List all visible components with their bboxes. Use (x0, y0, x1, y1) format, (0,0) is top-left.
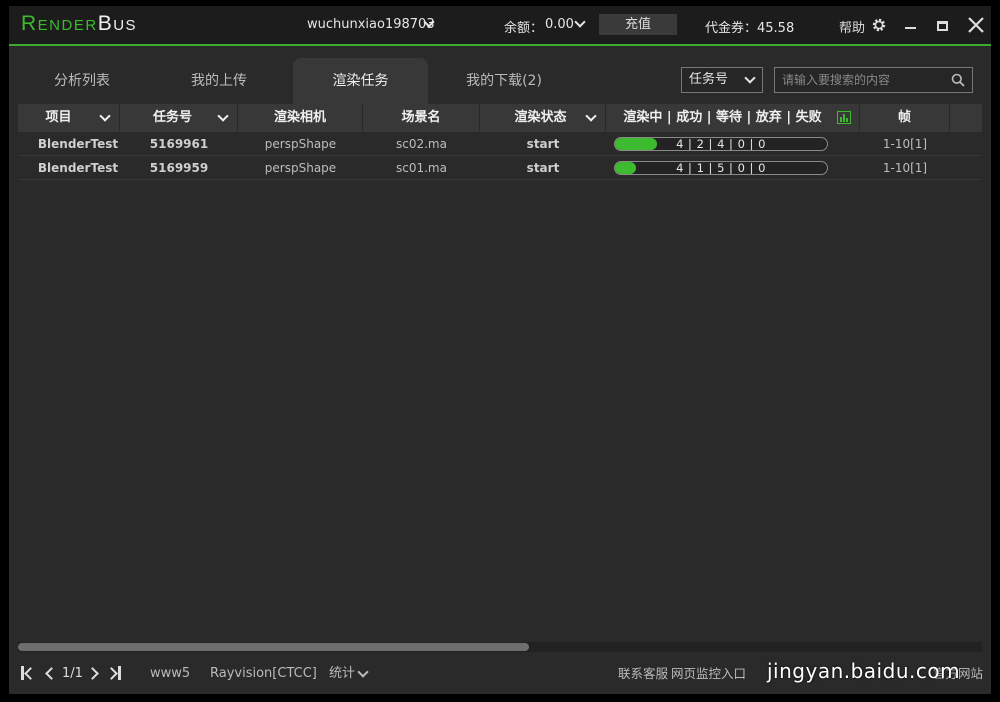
search-input[interactable]: 请输入要搜索的内容 (774, 67, 973, 93)
username[interactable]: wuchunxiao198703 (307, 17, 435, 32)
progress-counts: 4 | 2 | 4 | 0 | 0 (676, 137, 766, 151)
contact-support-link[interactable]: 联系客服 (618, 654, 668, 694)
logo-suffix: Bus (97, 12, 138, 35)
cell-camera: perspShape (264, 137, 337, 151)
column-project-label: 项目 (45, 110, 72, 125)
search-icon[interactable] (951, 73, 965, 87)
column-camera[interactable]: 渲染相机 (238, 104, 363, 132)
balance-value: 0.00 (545, 17, 574, 32)
cell-progress: 4 | 2 | 4 | 0 | 0 (606, 132, 860, 156)
chart-icon[interactable] (837, 111, 851, 124)
prev-page-icon[interactable] (45, 667, 58, 680)
coupon-balance: 代金券：45.58 (705, 21, 795, 36)
search-placeholder: 请输入要搜索的内容 (782, 73, 891, 87)
chevron-down-icon[interactable] (357, 666, 369, 678)
search-field-select[interactable]: 任务号 (681, 67, 763, 93)
cell-scene: sc01.ma (396, 161, 447, 175)
column-progress-label: 渲染中 | 成功 | 等待 | 放弃 | 失败 (623, 110, 822, 125)
column-task-id[interactable]: 任务号 (120, 104, 238, 132)
tab-my-uploads[interactable]: 我的上传 (164, 58, 274, 104)
last-page-icon[interactable] (105, 667, 118, 680)
cell-camera: perspShape (264, 161, 337, 175)
gear-icon[interactable] (871, 17, 887, 33)
last-page-bar[interactable] (118, 666, 121, 680)
progress-bar: 4 | 2 | 4 | 0 | 0 (614, 137, 828, 151)
close-icon[interactable] (967, 16, 985, 34)
app-logo: RenderBus (21, 12, 137, 36)
recharge-button[interactable]: 充值 (599, 14, 677, 35)
balance-dropdown-chevron-icon[interactable] (574, 16, 586, 28)
progress-counts: 4 | 1 | 5 | 0 | 0 (676, 161, 766, 175)
search-field-value: 任务号 (689, 72, 729, 87)
footer-user: www5 (150, 666, 191, 681)
logo-prefix: Render (21, 12, 98, 35)
scrollbar-thumb[interactable] (18, 643, 529, 651)
tab-analysis-list[interactable]: 分析列表 (27, 58, 137, 104)
cell-task-id: 5169961 (149, 137, 209, 151)
footer: 1/1 www5 Rayvision[CTCC] 统计 联系客服 网页监控入口 … (9, 654, 991, 694)
column-scene[interactable]: 场景名 (363, 104, 480, 132)
column-extra (950, 104, 982, 132)
column-project[interactable]: 项目 (18, 104, 120, 132)
tab-render-tasks[interactable]: 渲染任务 (293, 58, 428, 104)
table-header: 项目 任务号 渲染相机 场景名 渲染状态 渲染中 | 成功 | 等待 | 放弃 … (18, 104, 982, 132)
balance-label: 余额： (504, 21, 544, 36)
cell-scene: sc02.ma (396, 137, 447, 151)
footer-platform: Rayvision[CTCC] (210, 666, 317, 681)
stats-dropdown[interactable]: 统计 (329, 654, 355, 694)
chevron-down-icon[interactable] (585, 110, 597, 122)
cell-status: start (526, 161, 560, 175)
column-status-label: 渲染状态 (514, 110, 567, 125)
cell-frames: 1-10[1] (882, 137, 928, 151)
watermark: jingyan.baidu.com (767, 659, 961, 683)
page-indicator: 1/1 (62, 666, 83, 681)
minimize-icon[interactable] (905, 27, 916, 29)
horizontal-scrollbar[interactable] (18, 642, 982, 652)
table-row[interactable]: BlenderTest 5169961 perspShape sc02.ma s… (18, 132, 982, 156)
maximize-icon[interactable] (937, 21, 948, 31)
main-window: RenderBus wuchunxiao198703 余额： 0.00 充值 代… (9, 6, 991, 694)
chevron-down-icon[interactable] (217, 110, 229, 122)
column-frames[interactable]: 帧 (860, 104, 950, 132)
next-page-icon[interactable] (86, 667, 99, 680)
chevron-down-icon (744, 72, 756, 84)
chevron-down-icon[interactable] (99, 110, 111, 122)
cell-status: start (526, 137, 560, 151)
first-page-icon[interactable] (24, 667, 37, 680)
column-progress[interactable]: 渲染中 | 成功 | 等待 | 放弃 | 失败 (606, 104, 860, 132)
tab-my-downloads[interactable]: 我的下载(2) (439, 58, 569, 104)
column-status[interactable]: 渲染状态 (480, 104, 606, 132)
help-link[interactable]: 帮助 (839, 17, 865, 36)
cell-frames: 1-10[1] (882, 161, 928, 175)
progress-bar: 4 | 1 | 5 | 0 | 0 (614, 161, 828, 175)
cell-task-id: 5169959 (149, 161, 209, 175)
title-bar: RenderBus wuchunxiao198703 余额： 0.00 充值 代… (9, 6, 991, 46)
cell-progress: 4 | 1 | 5 | 0 | 0 (606, 156, 860, 180)
table-row[interactable]: BlenderTest 5169959 perspShape sc01.ma s… (18, 156, 982, 180)
web-monitor-link[interactable]: 网页监控入口 (671, 654, 746, 694)
column-task-id-label: 任务号 (152, 110, 192, 125)
